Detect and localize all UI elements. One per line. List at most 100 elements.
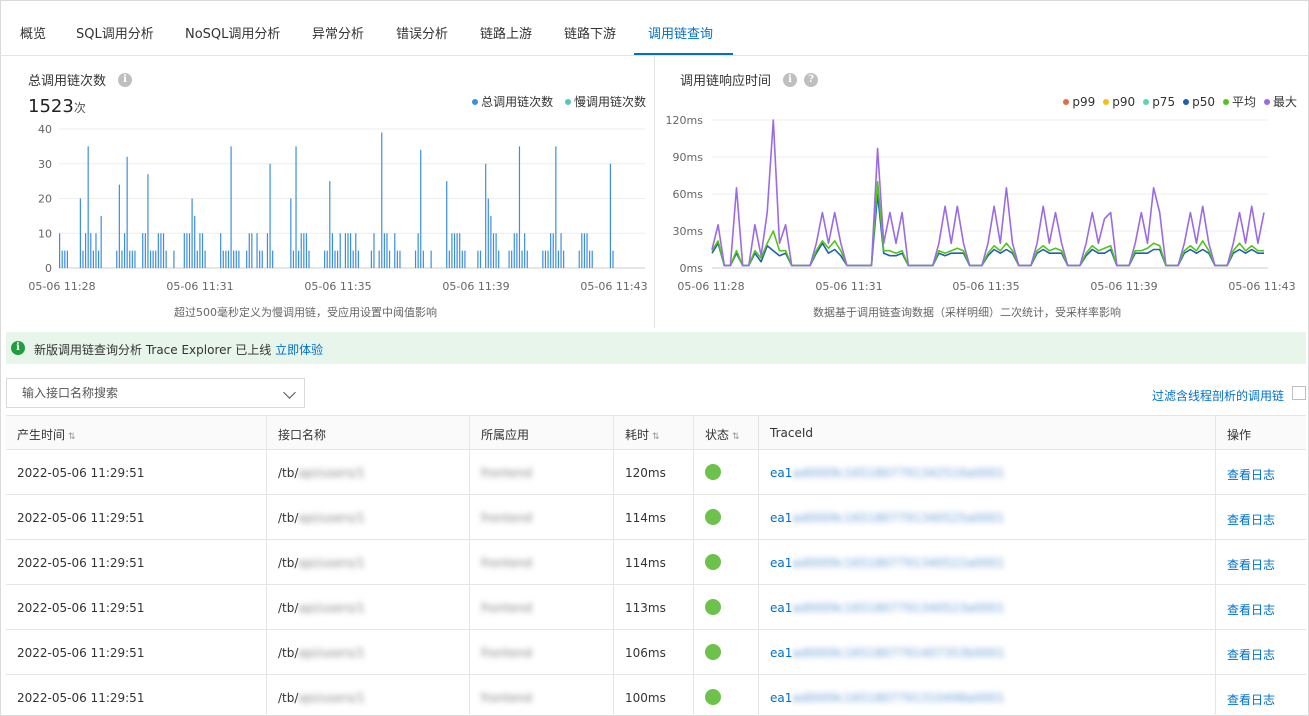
trace-id-link[interactable]: ea1ad0009c1651807791340522a0001 — [770, 556, 1005, 570]
bar — [90, 233, 92, 268]
bar — [259, 250, 261, 269]
bar — [524, 233, 526, 268]
cell-app: frontend — [469, 450, 613, 494]
trace-id-masked: ad0009c1651807791407353b0001 — [792, 646, 1005, 660]
chevron-down-icon[interactable] — [283, 386, 296, 399]
bar — [464, 250, 466, 269]
bar — [95, 233, 97, 268]
sort-icon[interactable]: ⇅ — [68, 432, 76, 442]
cell-duration: 113ms — [613, 585, 693, 629]
bar — [147, 174, 149, 268]
table-row[interactable]: 2022-05-06 11:29:51/tb/api/users/1 fronte… — [6, 495, 1306, 540]
bar — [386, 233, 388, 268]
table-row[interactable]: 2022-05-06 11:29:51/tb/api/users/1 fronte… — [6, 630, 1306, 675]
bar — [547, 250, 549, 269]
api-name-prefix: /tb/ — [278, 556, 299, 570]
bar — [134, 250, 136, 269]
bar — [126, 156, 128, 268]
sort-icon[interactable]: ⇅ — [652, 432, 660, 442]
bar — [116, 250, 118, 269]
api-search-select[interactable] — [6, 378, 305, 408]
view-log-link[interactable]: 查看日志 — [1227, 556, 1275, 573]
cell-traceid: ea1ad0009c1651807791340525a0001 — [758, 495, 1215, 539]
column-header-time[interactable]: 产生时间 ⇅ — [6, 416, 266, 449]
cell-traceid: ea1ad0009c1651807791342516a0001 — [758, 450, 1215, 494]
x-tick-label: 05-06 11:43 — [580, 280, 647, 293]
tab-error-analysis[interactable]: 错误分析 — [396, 23, 448, 42]
tab-trace-query[interactable]: 调用链查询 — [648, 23, 713, 42]
bar — [59, 233, 61, 268]
api-name-masked: api/users/1 — [298, 556, 365, 570]
column-header-duration[interactable]: 耗时 ⇅ — [613, 416, 693, 449]
cell-api: /tb/api/users/1 — [266, 630, 469, 674]
tab-overview[interactable]: 概览 — [20, 23, 46, 42]
bar — [272, 250, 274, 269]
y-tick-label: 0 — [45, 262, 52, 275]
table-row[interactable]: 2022-05-06 11:29:51/tb/api/users/1 fronte… — [6, 450, 1306, 495]
trace-table: 产生时间 ⇅ 接口名称 所属应用 耗时 ⇅ 状态 ⇅ TraceId 操作 2022-… — [6, 415, 1306, 716]
api-name-prefix: /tb/ — [278, 691, 299, 705]
column-header-status[interactable]: 状态 ⇅ — [693, 416, 758, 449]
cell-time: 2022-05-06 11:29:51 — [6, 585, 266, 629]
bar — [220, 233, 222, 268]
tab-exception-analysis[interactable]: 异常分析 — [312, 23, 364, 42]
cell-time: 2022-05-06 11:29:51 — [6, 540, 266, 584]
api-search-input[interactable] — [7, 379, 277, 407]
status-success-icon — [705, 644, 721, 660]
trace-id-link[interactable]: ea1ad0009c1651807791310498a0001 — [770, 691, 1005, 705]
thread-profiling-filter-checkbox[interactable] — [1292, 386, 1306, 400]
cell-status — [693, 450, 758, 494]
bar — [188, 233, 191, 268]
status-success-icon — [705, 554, 721, 570]
trace-id-link[interactable]: ea1ad0009c1651807791340525a0001 — [770, 511, 1005, 525]
table-row[interactable]: 2022-05-06 11:29:51/tb/api/users/1 fronte… — [6, 675, 1306, 716]
trace-id-link[interactable]: ea1ad0009c1651807791407353b0001 — [770, 646, 1005, 660]
tab-bar: 概览 SQL调用分析 NoSQL调用分析 异常分析 错误分析 链路上游 链路下游… — [0, 0, 1309, 56]
view-log-link[interactable]: 查看日志 — [1227, 646, 1275, 663]
bar — [248, 233, 250, 268]
view-log-link[interactable]: 查看日志 — [1227, 691, 1275, 708]
bar — [222, 250, 224, 269]
bar — [337, 250, 339, 269]
bar — [581, 233, 583, 268]
tab-upstream[interactable]: 链路上游 — [480, 23, 532, 42]
bar — [329, 181, 331, 269]
tab-nosql-analysis[interactable]: NoSQL调用分析 — [185, 23, 280, 42]
cell-status — [693, 630, 758, 674]
bar — [563, 250, 565, 269]
latency-line-chart: 0ms 30ms 60ms 90ms 120ms 05-06 11:28 05-06 11:… — [666, 114, 1296, 293]
table-row[interactable]: 2022-05-06 11:29:51/tb/api/users/1 fronte… — [6, 585, 1306, 630]
trace-id-link[interactable]: ea1ad0009c1651807791342516a0001 — [770, 466, 1005, 480]
view-log-link[interactable]: 查看日志 — [1227, 511, 1275, 528]
bar — [121, 250, 123, 269]
cell-action: 查看日志 — [1215, 585, 1306, 629]
notice-try-link[interactable]: 立即体验 — [275, 343, 323, 357]
bar — [456, 233, 458, 268]
table-header: 产生时间 ⇅ 接口名称 所属应用 耗时 ⇅ 状态 ⇅ TraceId 操作 — [6, 416, 1306, 450]
bar — [199, 233, 201, 268]
bar — [417, 233, 419, 268]
bar — [492, 233, 495, 268]
bar — [238, 250, 240, 269]
column-header-app: 所属应用 — [469, 416, 613, 449]
trace-id-link[interactable]: ea1ad0009c1651807791340523a0001 — [770, 601, 1005, 615]
api-name-masked: api/users/1 — [298, 466, 365, 480]
bar — [84, 233, 87, 268]
bar — [298, 250, 300, 269]
tab-downstream[interactable]: 链路下游 — [564, 23, 616, 42]
bar — [79, 198, 81, 268]
cell-status — [693, 495, 758, 539]
table-row[interactable]: 2022-05-06 11:29:51/tb/api/users/1 fronte… — [6, 540, 1306, 585]
view-log-link[interactable]: 查看日志 — [1227, 466, 1275, 483]
bar — [388, 250, 391, 269]
row-time: 2022-05-06 11:29:51 — [17, 466, 145, 480]
sort-icon[interactable]: ⇅ — [732, 432, 740, 442]
tab-sql-analysis[interactable]: SQL调用分析 — [76, 23, 154, 42]
trace-id-prefix: ea1 — [770, 691, 793, 705]
bar — [560, 233, 562, 268]
bar — [430, 250, 432, 269]
thread-profiling-filter-label[interactable]: 过滤含线程剖析的调用链 — [1152, 387, 1284, 404]
cell-app: frontend — [469, 630, 613, 674]
view-log-link[interactable]: 查看日志 — [1227, 601, 1275, 618]
bar — [453, 233, 456, 268]
